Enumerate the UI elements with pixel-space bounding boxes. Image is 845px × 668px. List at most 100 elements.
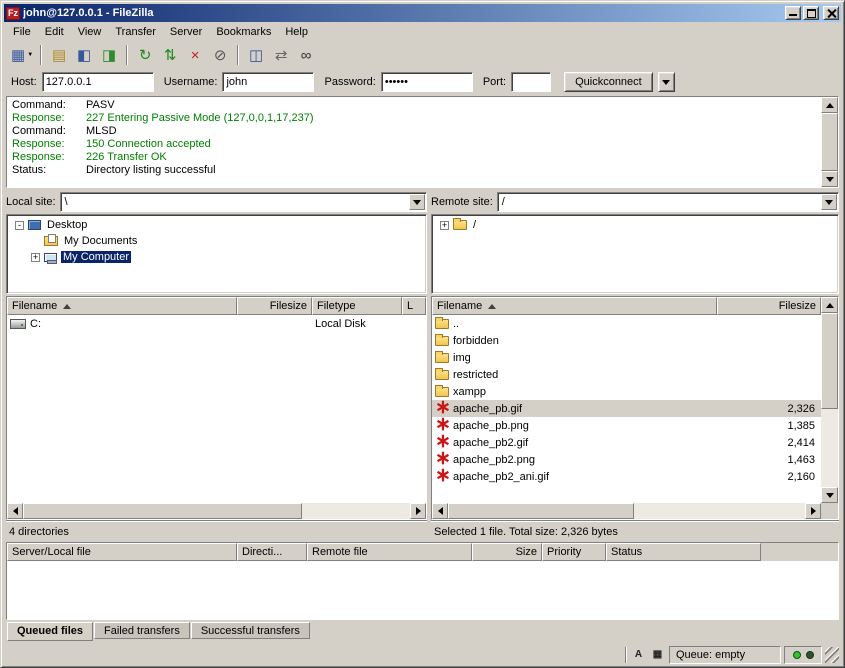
tree-item[interactable]: My Documents [9,233,424,249]
scroll-left-button[interactable] [432,503,448,519]
file-row[interactable]: apache_pb2.gif 2,414 [432,434,821,451]
queue-column-header[interactable]: Priority [542,543,606,561]
tree-item[interactable]: + / [434,217,836,233]
site-manager-button[interactable]: ▦ ▼ [9,44,35,66]
toolbar: ▦ ▼ ▤ ◧ ◨ [4,42,841,68]
find-files-button[interactable]: ∞ [294,44,318,66]
menu-item[interactable]: File [6,23,38,41]
scrollbar-thumb[interactable] [448,503,634,519]
process-queue-button[interactable]: ⇅ [158,44,182,66]
scroll-left-button[interactable] [7,503,23,519]
remote-horizontal-scrollbar[interactable] [432,503,821,519]
queue-view-tab[interactable]: Successful transfers [191,622,310,639]
menu-item[interactable]: Help [278,23,315,41]
menu-item[interactable]: Transfer [108,23,163,41]
queue-column-header[interactable]: Server/Local file [7,543,237,561]
tree-expander[interactable]: + [440,221,449,230]
file-row[interactable]: .. [432,315,821,332]
file-row[interactable]: forbidden [432,332,821,349]
scroll-down-button[interactable] [821,171,838,187]
toggle-remote-tree-button[interactable]: ◨ [97,44,121,66]
column-header[interactable]: L [402,297,426,315]
resize-grip[interactable] [825,647,839,663]
column-header[interactable]: Filename [432,297,717,315]
scrollbar-thumb[interactable] [23,503,302,519]
disconnect-button[interactable]: ⊘ [208,44,232,66]
scroll-up-button[interactable] [821,297,838,313]
file-row[interactable]: apache_pb2.png 1,463 [432,451,821,468]
queue-column-header[interactable]: Size [472,543,542,561]
synchronized-browsing-button[interactable]: ⇄ [269,44,293,66]
refresh-button[interactable]: ↻ [133,44,157,66]
toggle-local-tree-button[interactable]: ◧ [72,44,96,66]
minimize-button[interactable] [785,6,801,20]
password-input[interactable] [381,72,473,92]
activity-leds [784,646,822,664]
file-row[interactable]: xampp [432,383,821,400]
queue-column-header[interactable]: Directi... [237,543,307,561]
message-log: Command: PASV Response: 227 Entering Pas… [6,96,839,188]
tree-expander[interactable]: + [31,253,40,262]
scrollbar-track[interactable] [821,313,838,487]
column-header[interactable]: Filetype [312,297,402,315]
file-row[interactable]: apache_pb.gif 2,326 [432,400,821,417]
directory-comparison-button[interactable]: ◫ [244,44,268,66]
file-row[interactable]: apache_pb2_ani.gif 2,160 [432,468,821,485]
file-row[interactable]: img [432,349,821,366]
queue-column-header[interactable]: Remote file [307,543,472,561]
remote-list-header: Filename Filesize [432,297,821,315]
menu-item[interactable]: Edit [38,23,71,41]
file-row[interactable]: restricted [432,366,821,383]
disconnect-icon: ⊘ [214,48,227,63]
keypad-indicator-icon[interactable]: ▦ [649,647,666,663]
quickconnect-dropdown-button[interactable] [658,72,675,92]
log-vertical-scrollbar[interactable] [821,97,838,187]
remote-vertical-scrollbar[interactable] [821,297,838,503]
filename-cell: apache_pb.gif [432,400,717,417]
quickconnect-bar: Host: Username: Password: Port: Quickcon… [4,68,841,96]
combo-dropdown-button[interactable] [821,194,837,210]
scroll-right-button[interactable] [805,503,821,519]
remote-site-combo[interactable]: / [497,192,839,212]
scroll-right-button[interactable] [410,503,426,519]
local-horizontal-scrollbar[interactable] [7,503,426,519]
scrollbar-track[interactable] [821,113,838,171]
file-row[interactable]: apache_pb.png 1,385 [432,417,821,434]
arrow-up-icon [826,103,834,108]
menu-item[interactable]: View [71,23,109,41]
filename-cell: .. [432,315,717,332]
combo-dropdown-button[interactable] [409,194,425,210]
data-type-indicator-icon[interactable]: A [630,647,647,663]
queue-column-header[interactable]: Status [606,543,761,561]
menu-item[interactable]: Bookmarks [209,23,278,41]
username-input[interactable] [222,72,314,92]
local-site-combo[interactable]: \ [60,192,427,212]
column-label: Priority [547,546,581,558]
host-input[interactable] [42,72,154,92]
toolbar-separator-button [126,45,128,65]
close-button[interactable] [823,6,839,20]
quickconnect-button[interactable]: Quickconnect [564,72,653,92]
toggle-message-log-button[interactable]: ▤ [47,44,71,66]
tree-item[interactable]: - Desktop [9,217,424,233]
cancel-button[interactable]: × [183,44,207,66]
column-header[interactable]: Filename [7,297,237,315]
scrollbar-thumb[interactable] [821,313,838,409]
column-header[interactable]: Filesize [237,297,312,315]
scrollbar-track[interactable] [448,503,805,519]
queue-view-tab[interactable]: Failed transfers [94,622,190,639]
file-row[interactable]: C: Local Disk [7,315,426,332]
dropdown-arrow-icon [662,80,670,85]
menu-item[interactable]: Server [163,23,209,41]
tree-item[interactable]: + My Computer [9,249,424,265]
queue-view-tab[interactable]: Queued files [7,622,93,641]
maximize-button[interactable] [803,6,819,20]
scroll-down-button[interactable] [821,487,838,503]
scrollbar-thumb[interactable] [821,113,838,171]
scrollbar-track[interactable] [23,503,410,519]
column-header[interactable]: Filesize [717,297,821,315]
column-label: Server/Local file [12,546,91,558]
port-input[interactable] [511,72,551,92]
scroll-up-button[interactable] [821,97,838,113]
tree-expander[interactable]: - [15,221,24,230]
